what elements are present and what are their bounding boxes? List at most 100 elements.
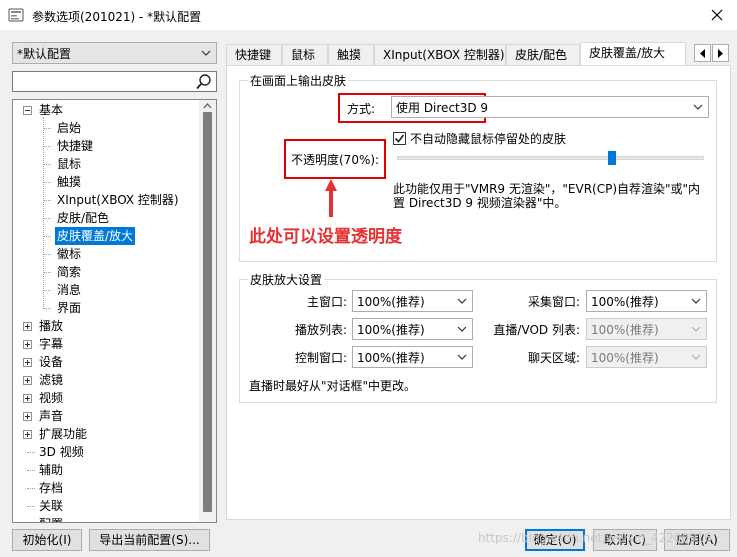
tree-item-label: 启始 (57, 121, 82, 135)
tab-item[interactable]: 触摸 (328, 44, 374, 66)
tree-guide-line (27, 506, 35, 507)
zoom-group-title: 皮肤放大设置 (248, 271, 325, 288)
expand-icon[interactable] (23, 394, 32, 403)
tree-guide-line (43, 164, 51, 165)
close-icon[interactable] (707, 5, 727, 25)
tree-guide-line (27, 452, 35, 453)
tree-guide-line (43, 254, 51, 255)
chat-area-label: 聊天区域: (527, 351, 580, 365)
expand-icon[interactable] (23, 376, 32, 385)
export-config-button[interactable]: 导出当前配置(S)... (89, 529, 210, 551)
tree-item[interactable]: 触摸 (43, 173, 83, 191)
tree-item-label: 徽标 (57, 247, 82, 261)
collapse-icon[interactable] (23, 106, 32, 115)
tree-item[interactable]: 存档 (27, 479, 65, 497)
tree-item[interactable]: 鼠标 (43, 155, 83, 173)
playlist-label: 播放列表: (294, 323, 347, 337)
tree-item[interactable]: 基本 (23, 101, 65, 119)
tab-panel: 在画面上输出皮肤 方式: 使用 Direct3D 9 不自动隐藏鼠标停留处的皮肤… (226, 65, 731, 520)
capture-window-label: 采集窗口: (527, 295, 580, 309)
tree-item[interactable]: 关联 (27, 497, 65, 515)
tree-item-label: 播放 (39, 319, 64, 333)
scroll-up-icon[interactable] (203, 102, 212, 110)
tree-item[interactable]: 配置 (37, 515, 65, 522)
tree-item[interactable]: 皮肤覆盖/放大 (43, 227, 136, 245)
control-window-zoom-value: 100%(推荐) (357, 351, 425, 365)
expand-icon[interactable] (23, 430, 32, 439)
tree-item[interactable]: 播放 (23, 317, 65, 335)
tree-guide-line (43, 218, 51, 219)
tab-item[interactable]: 鼠标 (282, 44, 328, 66)
tab-scroll-right-button[interactable] (712, 44, 729, 62)
tree-item[interactable]: 3D 视频 (27, 443, 86, 461)
search-icon[interactable] (195, 73, 213, 91)
title-bar: 参数选项(201021) - *默认配置 (0, 0, 737, 30)
reset-button[interactable]: 初始化(I) (12, 529, 82, 551)
tab-item[interactable]: 皮肤覆盖/放大 (580, 42, 686, 66)
opacity-slider-track[interactable] (397, 156, 704, 160)
opacity-annotation: 此处可以设置透明度 (249, 227, 402, 247)
tree-item-label: 快捷键 (57, 139, 94, 153)
chevron-down-icon (457, 298, 467, 304)
live-vod-list-label: 直播/VOD 列表: (493, 323, 580, 337)
tab-item[interactable]: XInput(XBOX 控制器) (374, 44, 506, 66)
tree-item[interactable]: 徽标 (43, 245, 83, 263)
playlist-zoom-select[interactable]: 100%(推荐) (352, 318, 473, 340)
tree-item-label: 触摸 (57, 175, 82, 189)
tree-scroll-thumb[interactable] (203, 112, 212, 512)
tree-item[interactable]: 皮肤/配色 (43, 209, 111, 227)
tree-item[interactable]: 辅助 (27, 461, 65, 479)
tree-item-label: 皮肤覆盖/放大 (55, 227, 136, 245)
expand-icon[interactable] (23, 358, 32, 367)
tree-item-label: 设备 (39, 355, 64, 369)
profile-select[interactable]: *默认配置 (12, 42, 217, 64)
tree-item[interactable]: 简索 (43, 263, 83, 281)
tree-guide-line (43, 182, 51, 183)
control-window-zoom-select[interactable]: 100%(推荐) (352, 346, 473, 368)
hide-skin-checkbox[interactable] (393, 132, 406, 145)
overlay-group-title: 在画面上输出皮肤 (248, 72, 349, 89)
search-input[interactable] (12, 71, 217, 92)
tree-item-label: 简索 (57, 265, 82, 279)
tree-item[interactable]: 声音 (23, 407, 65, 425)
hide-skin-checkbox-label: 不自动隐藏鼠标停留处的皮肤 (410, 132, 567, 146)
tree-item[interactable]: 设备 (23, 353, 65, 371)
tree-item[interactable]: 字幕 (23, 335, 65, 353)
expand-icon[interactable] (23, 322, 32, 331)
tree-item[interactable]: 滤镜 (23, 371, 65, 389)
capture-window-zoom-select[interactable]: 100%(推荐) (586, 290, 707, 312)
tree-guide-line (43, 200, 51, 201)
tree-item-label: 视频 (39, 391, 64, 405)
method-select[interactable]: 使用 Direct3D 9 (391, 96, 709, 118)
tab-item[interactable]: 皮肤/配色 (506, 44, 580, 66)
tree-item-label: 鼠标 (57, 157, 82, 171)
tree-guide-line (27, 488, 35, 489)
tree-item[interactable]: 视频 (23, 389, 65, 407)
tree-item-label: 3D 视频 (39, 445, 84, 459)
tree-item[interactable]: XInput(XBOX 控制器) (43, 191, 181, 209)
tree-item-label: 滤镜 (39, 373, 64, 387)
tree-scrollbar[interactable] (199, 100, 216, 522)
annotation-arrow-icon (325, 179, 337, 217)
tree-item[interactable]: 扩展功能 (23, 425, 89, 443)
expand-icon[interactable] (23, 412, 32, 421)
tree-item[interactable]: 界面 (43, 299, 83, 317)
tree-item-label: 扩展功能 (39, 427, 88, 441)
tab-item[interactable]: 快捷键 (226, 44, 282, 66)
profile-select-value: *默认配置 (17, 47, 72, 61)
chevron-down-icon (691, 354, 701, 360)
tab-scroll-arrows (694, 44, 730, 62)
live-vod-list-zoom-select: 100%(推荐) (586, 318, 707, 340)
tree-item[interactable]: 启始 (43, 119, 83, 137)
opacity-slider-thumb[interactable] (607, 151, 616, 165)
chevron-down-icon (693, 104, 703, 110)
settings-tree[interactable]: 基本启始快捷键鼠标触摸 XInput(XBOX 控制器) 皮肤/配色 皮肤覆盖/放大徽… (12, 99, 217, 523)
main-window-zoom-select[interactable]: 100%(推荐) (352, 290, 473, 312)
tree-item-label: 配置 (37, 515, 65, 522)
tree-item[interactable]: 消息 (43, 281, 83, 299)
tab-scroll-left-button[interactable] (694, 44, 711, 62)
main-window-label: 主窗口: (306, 295, 347, 309)
tree-item[interactable]: 快捷键 (43, 137, 95, 155)
tree-item-label: 消息 (57, 283, 82, 297)
expand-icon[interactable] (23, 340, 32, 349)
